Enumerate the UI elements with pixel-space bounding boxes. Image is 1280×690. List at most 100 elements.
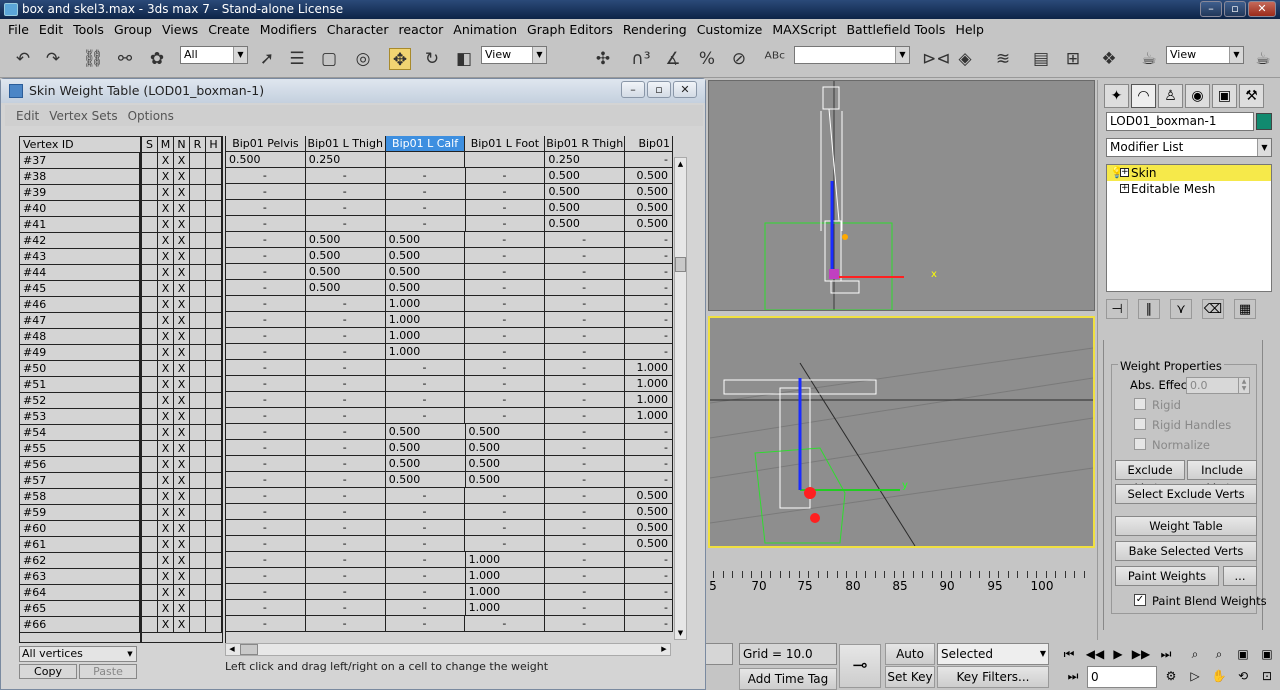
flag-cell[interactable] (142, 409, 158, 424)
modify-tab-icon[interactable]: ◠ (1131, 84, 1156, 108)
table-row[interactable]: #37 (20, 153, 140, 169)
bone-header[interactable]: Bip01 (625, 136, 673, 151)
flag-cell[interactable] (142, 313, 158, 328)
weight-cell[interactable]: - (226, 344, 306, 359)
remove-modifier-icon[interactable]: ⌫ (1202, 299, 1224, 319)
weight-cell[interactable]: 1.000 (625, 392, 673, 407)
horizontal-scrollbar[interactable]: ◀ ▶ (225, 643, 671, 656)
ref-coord-dropdown[interactable]: View ▼ (481, 46, 547, 64)
weight-cell[interactable]: - (386, 584, 466, 599)
lightbulb-icon[interactable]: 💡 (1110, 166, 1124, 179)
flag-cell[interactable]: X (174, 473, 190, 488)
flag-cell[interactable]: X (174, 169, 190, 184)
table-row[interactable]: XX (142, 345, 222, 361)
weight-cell[interactable]: - (545, 488, 626, 503)
flag-cell[interactable] (190, 585, 206, 600)
weight-cell[interactable]: - (545, 344, 626, 359)
flag-cell[interactable]: X (174, 409, 190, 424)
zoom-extents-icon[interactable]: ▣ (1232, 645, 1254, 663)
flag-cell[interactable]: X (158, 393, 174, 408)
weight-cell[interactable]: - (625, 600, 673, 615)
rigid-checkbox[interactable] (1134, 398, 1146, 410)
flag-cell[interactable] (206, 345, 222, 360)
table-row[interactable]: XX (142, 393, 222, 409)
flag-cell[interactable] (206, 361, 222, 376)
weight-cell[interactable]: - (306, 520, 386, 535)
table-row[interactable]: - - - - -1.000 (226, 392, 673, 408)
arc-rotate-icon[interactable]: ⟲ (1232, 667, 1254, 685)
key-filters-button[interactable]: Key Filters... (937, 666, 1049, 688)
table-row[interactable]: XX (142, 281, 222, 297)
weight-cell[interactable]: - (226, 392, 306, 407)
weight-cell[interactable]: 0.500 (386, 264, 466, 279)
weight-cell[interactable]: - (386, 216, 466, 231)
weight-cell[interactable]: - (545, 520, 626, 535)
abs-effect-spinner[interactable]: 0.0 ▲ ▼ (1186, 377, 1250, 394)
flag-cell[interactable] (142, 569, 158, 584)
table-row[interactable]: #60 (20, 521, 140, 537)
modifier-stack[interactable]: 💡 + Skin + Editable Mesh (1106, 164, 1272, 292)
weight-cell[interactable]: - (386, 184, 466, 199)
flag-cell[interactable]: X (158, 217, 174, 232)
swt-menu-vertex-sets[interactable]: Vertex Sets (44, 109, 122, 123)
table-row[interactable]: #45 (20, 281, 140, 297)
flag-cell[interactable]: X (174, 233, 190, 248)
selection-filter-dropdown[interactable]: All ▼ (180, 46, 248, 64)
flag-cell[interactable] (206, 409, 222, 424)
weight-cell[interactable]: - (226, 328, 306, 343)
weight-cell[interactable]: 1.000 (625, 408, 673, 423)
bake-selected-verts-button[interactable]: Bake Selected Verts (1115, 541, 1257, 561)
weight-cell[interactable]: - (226, 552, 306, 567)
flag-cell[interactable]: X (158, 409, 174, 424)
flag-cell[interactable] (142, 521, 158, 536)
weight-cell[interactable]: 0.500 (625, 520, 673, 535)
weight-cell[interactable]: 0.500 (386, 232, 466, 247)
flag-cell[interactable] (206, 569, 222, 584)
table-row[interactable]: #63 (20, 569, 140, 585)
table-row[interactable]: XX (142, 505, 222, 521)
flag-cell[interactable] (206, 233, 222, 248)
percent-snap-icon[interactable]: % (696, 48, 718, 70)
flag-cell[interactable] (206, 521, 222, 536)
select-scale-icon[interactable]: ◧ (453, 48, 475, 70)
flag-cell[interactable]: X (174, 569, 190, 584)
table-row[interactable]: #49 (20, 345, 140, 361)
render-view-dropdown[interactable]: View ▼ (1166, 46, 1244, 64)
weight-cell[interactable]: - (226, 536, 306, 551)
weight-cell[interactable]: 0.250 (306, 152, 386, 167)
vertex-id-cell[interactable]: #60 (20, 521, 140, 536)
menu-help[interactable]: Help (950, 22, 989, 37)
weight-cell[interactable]: - (625, 280, 673, 295)
modifier-list-dropdown[interactable]: Modifier List ▼ (1106, 138, 1272, 157)
table-row[interactable]: - - - -0.500 0.500 (226, 168, 673, 184)
weight-cell[interactable]: - (226, 264, 306, 279)
flag-cell[interactable] (206, 617, 222, 632)
flag-cell[interactable]: X (158, 185, 174, 200)
weight-cell[interactable]: 0.500 (466, 456, 546, 471)
flag-cell[interactable] (190, 521, 206, 536)
zoom-icon[interactable]: ⌕ (1184, 645, 1206, 663)
weight-cell[interactable]: - (306, 344, 386, 359)
weight-cell[interactable]: - (545, 280, 626, 295)
weight-cell[interactable]: - (226, 440, 306, 455)
table-row[interactable]: #52 (20, 393, 140, 409)
flag-cell[interactable]: X (174, 153, 190, 168)
vertex-id-cell[interactable]: #40 (20, 201, 140, 216)
weight-cell[interactable]: - (466, 216, 546, 231)
weight-cell[interactable]: - (465, 488, 546, 503)
flag-cell[interactable] (190, 553, 206, 568)
flag-cell[interactable]: X (174, 489, 190, 504)
weight-cell[interactable]: - (625, 248, 673, 263)
vertex-id-cell[interactable]: #41 (20, 217, 140, 232)
flag-cell[interactable] (142, 505, 158, 520)
weight-cell[interactable]: - (465, 376, 546, 391)
flag-cell[interactable] (142, 185, 158, 200)
table-row[interactable]: -0.500 0.500- - - (226, 248, 673, 264)
flag-cell[interactable] (142, 169, 158, 184)
weight-cell[interactable]: - (465, 312, 546, 327)
weight-cell[interactable]: - (306, 504, 386, 519)
flag-cell[interactable] (206, 281, 222, 296)
table-row[interactable]: - -1.000- - - (226, 312, 673, 328)
table-row[interactable]: -0.500 0.500- - - (226, 264, 673, 280)
weight-cell[interactable]: - (545, 360, 626, 375)
